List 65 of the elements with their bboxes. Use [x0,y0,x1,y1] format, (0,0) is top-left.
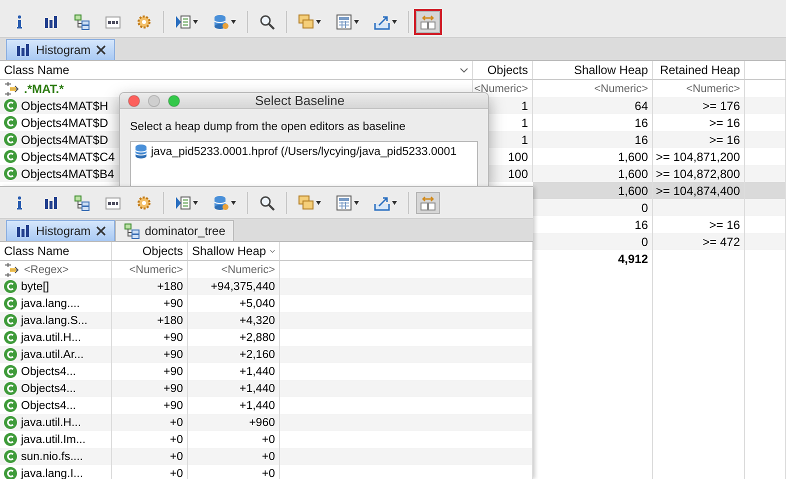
table-cell: +0 [262,434,275,446]
table-cell: +0 [170,434,183,446]
table-cell: +5,040 [240,298,275,310]
table-cell: +90 [163,348,183,360]
table-cell: +90 [163,332,183,344]
table-cell: +0 [262,468,275,479]
table-cell: +1,440 [240,400,275,412]
table-cell: 100 [508,166,528,180]
class-name: java.util.H... [21,332,82,344]
class-name: Objects4... [21,366,76,378]
table-cell: +2,160 [240,348,275,360]
table-cell: 1,600 [618,184,648,198]
table-cell: +0 [170,468,183,479]
table-cell: +0 [170,416,183,428]
table-cell: >= 16 [709,116,740,130]
table-cell: 1,600 [618,166,648,180]
dialog-message: Select a heap dump from the open editors as baseline [130,121,407,133]
table-cell: +90 [163,298,183,310]
table-cell: +4,320 [240,314,275,326]
table-cell: +180 [157,314,183,326]
table-cell: +180 [157,280,183,292]
total-value: 4,912 [618,252,648,266]
table-cell: +1,440 [240,382,275,394]
class-name: Objects4MAT$D [21,132,108,146]
table-cell: >= 104,872,800 [656,166,740,180]
table-cell: +2,880 [240,332,275,344]
table-cell: 64 [634,98,648,112]
table-cell: 0 [641,200,648,214]
table-cell: +960 [249,416,275,428]
class-name: java.util.Im... [21,434,86,446]
table-cell: >= 176 [702,98,740,112]
class-name: byte[] [21,280,50,292]
table-cell: 16 [634,218,648,232]
table-cell: >= 104,871,200 [656,150,740,164]
table-cell: 1,600 [618,150,648,164]
class-name: Objects4MAT$C4 [21,150,115,164]
class-name: java.lang.S... [21,314,88,326]
table-cell: 1 [521,98,528,112]
class-name: java.util.H... [21,416,82,428]
table-cell: 100 [508,150,528,164]
table-cell: +1,440 [240,366,275,378]
table-cell: >= 104,874,400 [656,184,740,198]
table-cell: 16 [634,116,648,130]
class-name: Objects4... [21,400,76,412]
class-name: Objects4MAT$H [21,98,108,112]
table-cell: +0 [262,450,275,462]
table-cell: +90 [163,366,183,378]
table-cell: 0 [641,234,648,248]
table-cell: >= 16 [709,132,740,146]
table-cell: +90 [163,400,183,412]
table-cell: 16 [634,132,648,146]
table-cell: >= 16 [709,218,740,232]
table-cell: +90 [163,382,183,394]
class-name: java.lang.I... [21,468,84,479]
table-cell: +94,375,440 [210,280,275,292]
table-cell: +0 [170,450,183,462]
class-name: sun.nio.fs.... [21,450,84,462]
table-cell: 1 [521,132,528,146]
class-name: Objects4MAT$B4 [21,166,114,180]
table-cell: >= 472 [702,234,740,248]
class-name: Objects4... [21,382,76,394]
table-cell: 1 [521,116,528,130]
class-name: Objects4MAT$D [21,116,108,130]
class-name: java.lang.... [21,298,80,310]
class-name: java.util.Ar... [21,348,84,360]
